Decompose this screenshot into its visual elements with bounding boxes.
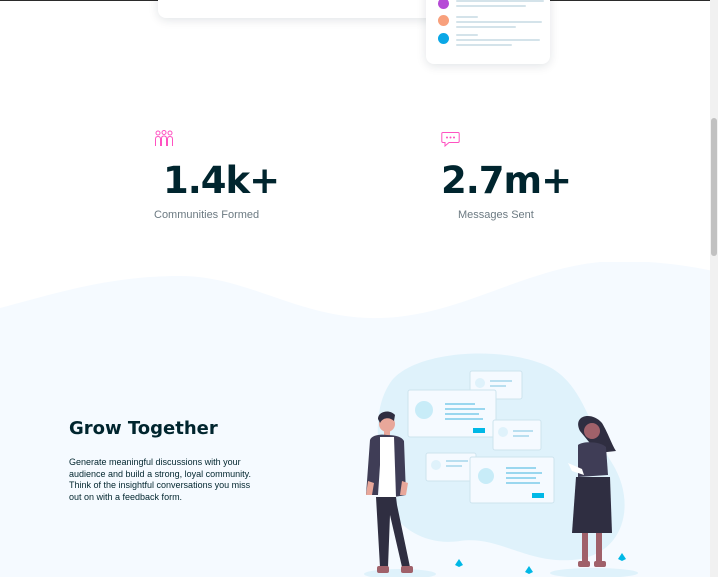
- section-description: Generate meaningful discussions with you…: [69, 457, 251, 502]
- stat-label: Communities Formed: [154, 209, 260, 221]
- avatar: [438, 33, 449, 44]
- avatar: [438, 0, 449, 9]
- preview-card-chat: [426, 0, 550, 64]
- avatar: [438, 15, 449, 26]
- stat-number: 1.4k+: [163, 159, 280, 202]
- scrollbar-thumb[interactable]: [711, 118, 717, 256]
- stat-label: Messages Sent: [458, 209, 534, 221]
- section-title: Grow Together: [69, 418, 218, 439]
- messages-icon: [441, 132, 460, 147]
- grow-together-illustration: [364, 353, 638, 577]
- stat-number: 2.7m+: [441, 159, 572, 202]
- preview-card-left: [158, 0, 448, 18]
- scrollbar[interactable]: [710, 0, 718, 577]
- communities-icon: [155, 130, 173, 146]
